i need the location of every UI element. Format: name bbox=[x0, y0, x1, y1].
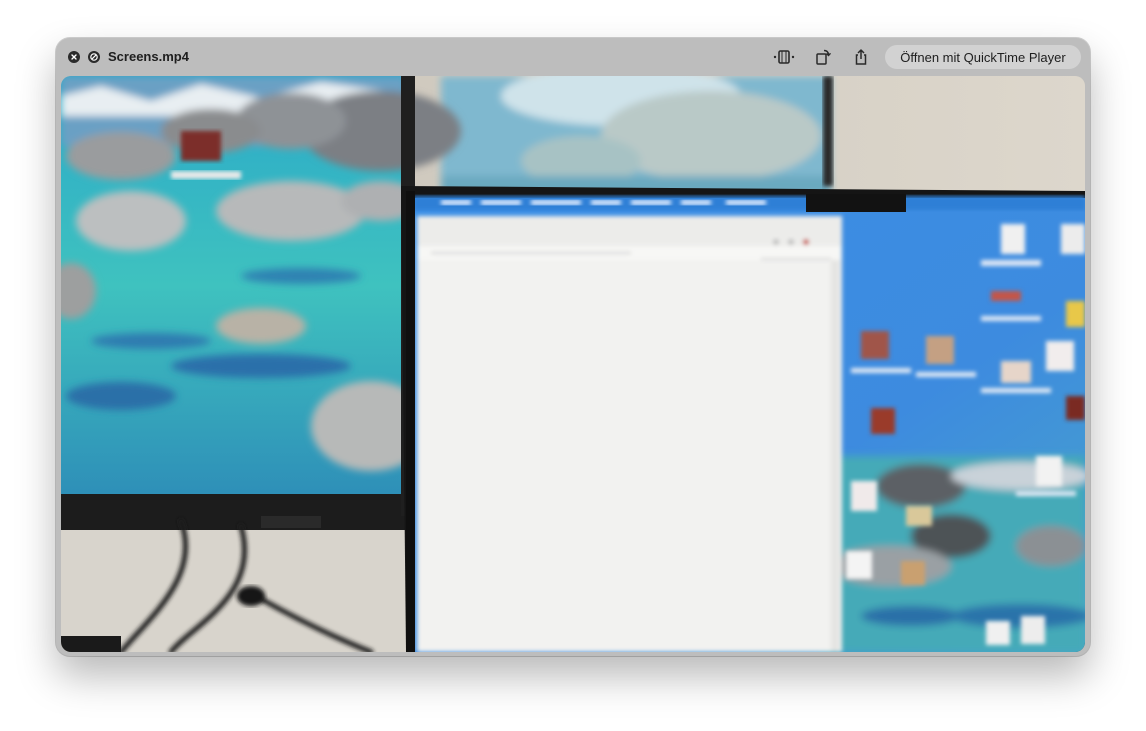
quicklook-window: Screens.mp4 Öffnen mit QuickTime Player bbox=[56, 38, 1090, 656]
trim-icon bbox=[773, 50, 795, 64]
minimize-icon bbox=[90, 53, 98, 61]
video-still-image bbox=[61, 76, 1085, 652]
close-icon bbox=[71, 54, 77, 60]
video-frame[interactable] bbox=[61, 76, 1085, 652]
title-bar: Screens.mp4 Öffnen mit QuickTime Player bbox=[56, 38, 1090, 76]
open-with-quicktime-button[interactable]: Öffnen mit QuickTime Player bbox=[885, 45, 1081, 69]
rotate-button[interactable] bbox=[811, 46, 835, 68]
trim-button[interactable] bbox=[772, 46, 796, 68]
share-icon bbox=[855, 49, 867, 65]
share-button[interactable] bbox=[849, 46, 873, 68]
window-title: Screens.mp4 bbox=[108, 49, 189, 64]
minimize-button[interactable] bbox=[88, 51, 100, 63]
close-button[interactable] bbox=[68, 51, 80, 63]
rotate-icon bbox=[816, 49, 832, 65]
